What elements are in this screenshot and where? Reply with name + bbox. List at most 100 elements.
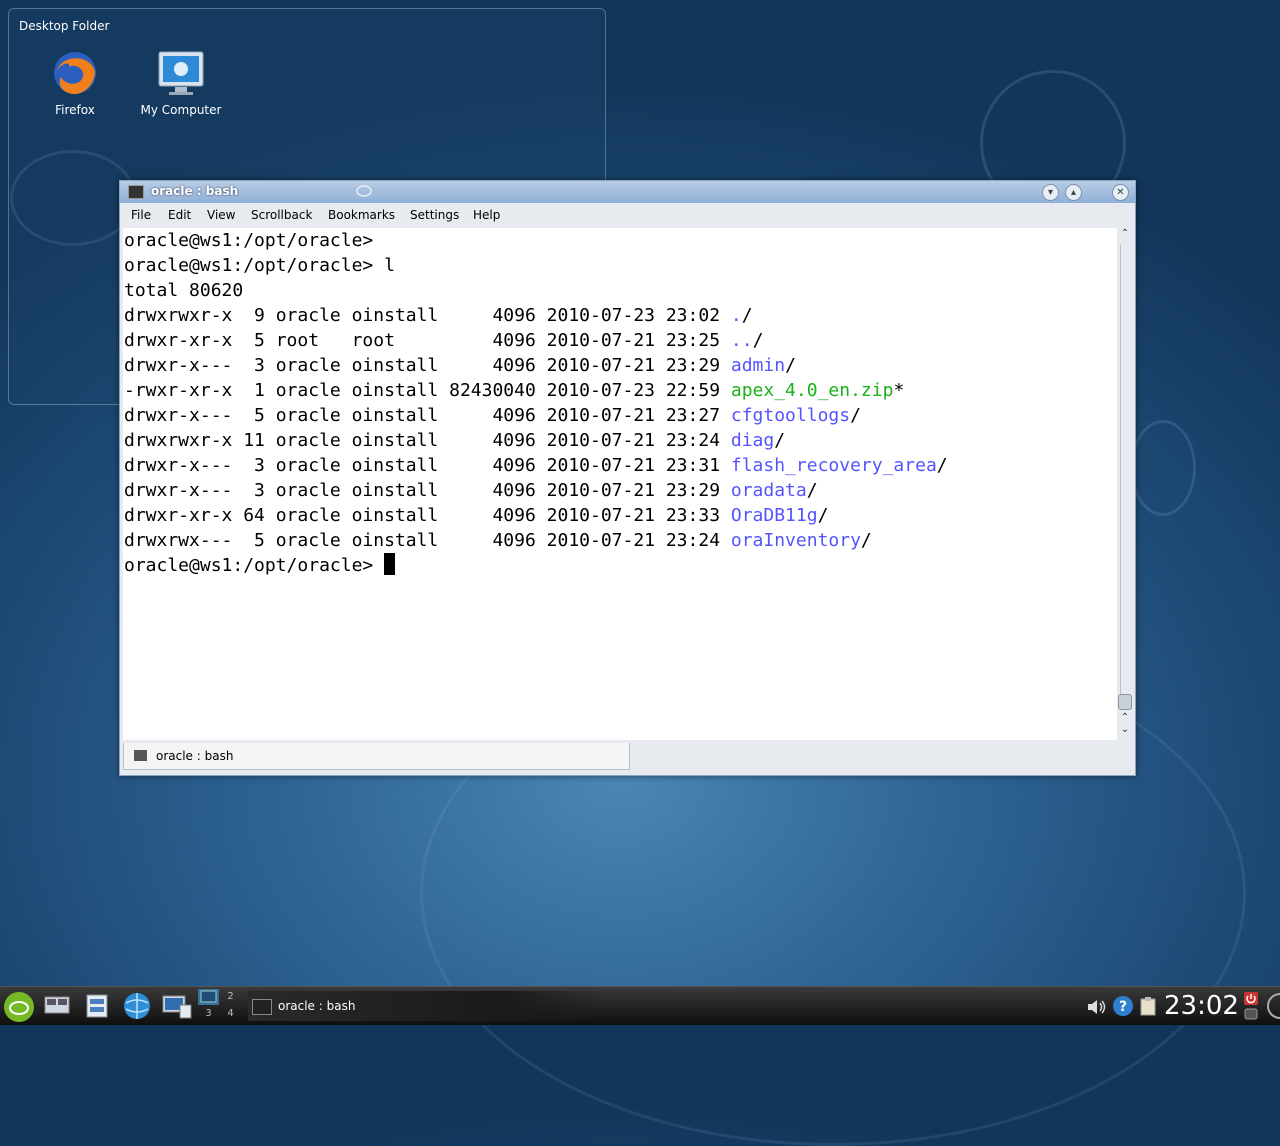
file-type-suffix: / [817,505,829,526]
terminal-icon [134,750,147,761]
directory-name: oradata [730,480,807,501]
menu-file[interactable]: File [131,208,151,222]
terminal-icon [128,185,144,199]
scroll-up-arrow-bottom[interactable]: ⌃ [1119,712,1131,723]
terminal-line: drwxr-x--- 3 oracle oinstall 4096 2010-0… [123,453,1117,478]
terminal-window: oracle : bash ▾ ▴ ✕ File Edit View Scrol… [119,180,1136,776]
terminal-line: drwxr-xr-x 64 oracle oinstall 4096 2010-… [123,503,1117,528]
terminal-line: oracle@ws1:/opt/oracle> [123,553,1117,578]
pin-icon[interactable] [356,184,372,198]
svg-text:?: ? [1119,999,1127,1015]
terminal-line-text: oracle@ws1:/opt/oracle> [124,555,385,576]
system-settings-icon[interactable] [162,993,192,1019]
volume-icon[interactable] [1086,997,1108,1017]
terminal-line-text: drwxr-x--- 3 oracle oinstall 4096 2010-0… [124,480,731,501]
desktop-icon-label: Firefox [55,103,95,117]
file-type-suffix: / [741,305,753,326]
menu-edit[interactable]: Edit [168,208,191,222]
directory-name: OraDB11g [730,505,818,526]
web-browser-icon[interactable] [122,991,152,1021]
terminal-line-text: drwxrwxr-x 9 oracle oinstall 4096 2010-0… [124,305,731,326]
terminal-line: total 80620 [123,278,1117,303]
desktop-3[interactable]: 3 [198,1006,219,1022]
terminal-line: drwxr-xr-x 5 root root 4096 2010-07-21 2… [123,328,1117,353]
terminal-line-text: drwxr-x--- 5 oracle oinstall 4096 2010-0… [124,405,731,426]
file-type-suffix: / [936,455,948,476]
terminal-line: drwxr-x--- 3 oracle oinstall 4096 2010-0… [123,353,1117,378]
firefox-icon [51,49,99,97]
terminal-line-text: total 80620 [124,280,244,301]
menubar: File Edit View Scrollback Bookmarks Sett… [120,203,1135,227]
terminal-icon [252,999,272,1015]
terminal-line-text: drwxr-x--- 3 oracle oinstall 4096 2010-0… [124,355,731,376]
terminal-line-text: drwxrwxr-x 11 oracle oinstall 4096 2010-… [124,430,731,451]
computer-icon [157,49,205,97]
terminal-line-text: drwxrwx--- 5 oracle oinstall 4096 2010-0… [124,530,731,551]
terminal-line: -rwxr-xr-x 1 oracle oinstall 82430040 20… [123,378,1117,403]
terminal-line: drwxrwxr-x 11 oracle oinstall 4096 2010-… [123,428,1117,453]
file-type-suffix: / [774,430,786,451]
clipboard-icon[interactable] [1138,995,1160,1017]
task-label: oracle : bash [278,999,356,1013]
help-icon[interactable]: ? [1112,995,1134,1017]
close-button[interactable]: ✕ [1112,184,1129,201]
file-type-suffix: / [785,355,796,376]
maximize-button[interactable]: ▴ [1065,184,1082,201]
tab-label: oracle : bash [156,749,234,763]
window-thumbnail-icon [200,990,217,1003]
tab-oracle-bash[interactable]: oracle : bash [123,743,630,770]
task-oracle-bash[interactable]: oracle : bash [248,991,608,1021]
taskbar: 2 3 4 oracle : bash ? 23:02 [0,986,1280,1025]
tab-bar: oracle : bash [123,743,1133,771]
terminal-line-text: drwxr-xr-x 5 root root 4096 2010-07-21 2… [124,330,731,351]
menu-help[interactable]: Help [473,208,500,222]
show-desktop-icon[interactable] [44,993,70,1019]
terminal-line: drwxrwx--- 5 oracle oinstall 4096 2010-0… [123,528,1117,553]
virtual-desktop-pager: 2 3 4 [198,989,242,1023]
window-title: oracle : bash [151,184,239,198]
file-manager-icon[interactable] [84,993,110,1019]
scroll-thumb[interactable] [1118,694,1132,710]
terminal-line: drwxr-x--- 5 oracle oinstall 4096 2010-0… [123,403,1117,428]
desktop-icon-my-computer[interactable]: My Computer [133,49,229,117]
directory-name: oraInventory [730,530,861,551]
desktop-1[interactable] [198,989,219,1005]
text-cursor [384,553,396,575]
menu-bookmarks[interactable]: Bookmarks [328,208,395,222]
terminal-line: oracle@ws1:/opt/oracle> l [123,253,1117,278]
terminal-line: drwxrwxr-x 9 oracle oinstall 4096 2010-0… [123,303,1117,328]
directory-name: flash_recovery_area [730,455,937,476]
terminal-line-text: oracle@ws1:/opt/oracle> [124,230,374,251]
desktop-2[interactable]: 2 [220,989,241,1005]
menu-view[interactable]: View [207,208,235,222]
menu-settings[interactable]: Settings [410,208,459,222]
desktop-icon-label: My Computer [140,103,222,117]
clock[interactable]: 23:02 [1164,991,1239,1021]
menu-scrollback[interactable]: Scrollback [251,208,312,222]
app-launcher-icon[interactable] [3,991,35,1023]
window-titlebar[interactable]: oracle : bash ▾ ▴ ✕ [120,181,1135,203]
executable-file-name: apex_4.0_en.zip [730,380,894,401]
panel-toolbox-icon[interactable] [1264,991,1280,1021]
terminal-line: oracle@ws1:/opt/oracle> [123,228,1117,253]
minimize-button[interactable]: ▾ [1042,184,1059,201]
scroll-down-arrow[interactable]: ⌄ [1119,724,1131,735]
power-icon[interactable] [1243,991,1259,1021]
directory-name: .. [730,330,753,351]
terminal-line-text: oracle@ws1:/opt/oracle> l [124,255,395,276]
scroll-up-arrow[interactable]: ⌃ [1119,228,1131,239]
directory-name: diag [730,430,775,451]
desktop-4[interactable]: 4 [220,1006,241,1022]
wallpaper-swirl [1130,420,1196,516]
file-type-suffix: * [893,380,905,401]
directory-name: cfgtoollogs [730,405,851,426]
desktop-icon-firefox[interactable]: Firefox [27,49,123,117]
vertical-scrollbar[interactable]: ⌃ ⌃ ⌄ [1117,228,1133,740]
file-type-suffix: / [806,480,818,501]
terminal-line: drwxr-x--- 3 oracle oinstall 4096 2010-0… [123,478,1117,503]
terminal-output[interactable]: oracle@ws1:/opt/oracle> oracle@ws1:/opt/o… [123,228,1117,740]
terminal-line-text: drwxr-xr-x 64 oracle oinstall 4096 2010-… [124,505,731,526]
directory-name: admin [730,355,786,376]
terminal-line-text: drwxr-x--- 3 oracle oinstall 4096 2010-0… [124,455,731,476]
scroll-track[interactable] [1120,244,1129,694]
